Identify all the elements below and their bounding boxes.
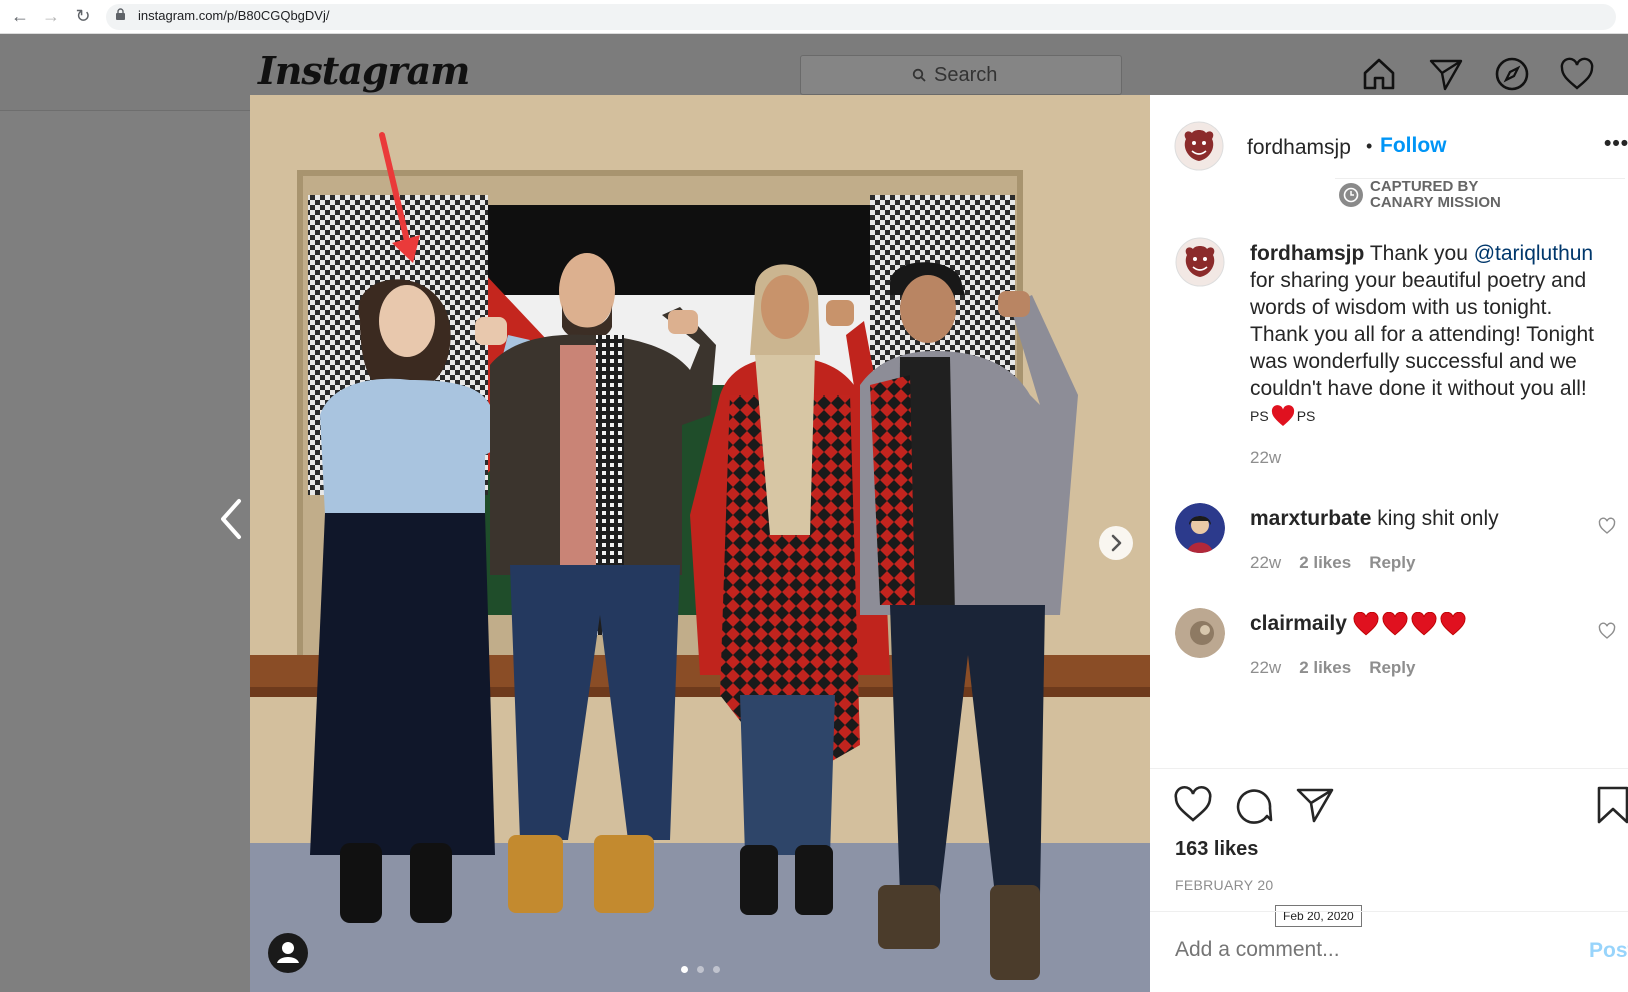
captured-by-line-2: CANARY MISSION xyxy=(1370,194,1501,211)
post-date[interactable]: FEBRUARY 20 xyxy=(1175,877,1274,893)
forward-icon[interactable]: → xyxy=(40,5,62,27)
comment-2: clairmaily xyxy=(1250,612,1466,636)
captured-by-watermark: CAPTURED BY CANARY MISSION xyxy=(1370,179,1501,211)
comment-reply-button[interactable]: Reply xyxy=(1369,658,1415,678)
share-icon[interactable] xyxy=(1295,785,1335,825)
commenter-avatar[interactable] xyxy=(1175,608,1225,658)
browser-toolbar: ← → ↻ instagram.com/p/B80CGQbgDVj/ xyxy=(0,0,1628,34)
comment-box-divider xyxy=(1150,911,1628,912)
heart-icon[interactable] xyxy=(1559,56,1595,92)
caption-line-5: was wonderfully successful and we xyxy=(1250,350,1577,373)
comment-time[interactable]: 22w xyxy=(1250,658,1281,678)
carousel-dot xyxy=(713,966,720,973)
caption-line-2: for sharing your beautiful poetry and xyxy=(1250,269,1587,292)
comment-2-meta: 22w 2 likes Reply xyxy=(1250,658,1415,678)
caption-author-avatar[interactable] xyxy=(1175,237,1225,287)
post-photo[interactable] xyxy=(250,95,1150,992)
home-icon[interactable] xyxy=(1361,56,1397,92)
address-bar[interactable] xyxy=(106,4,1616,30)
comment-username[interactable]: marxturbate xyxy=(1250,507,1371,530)
save-bookmark-icon[interactable] xyxy=(1596,785,1628,825)
captured-by-line-1: CAPTURED BY xyxy=(1370,178,1479,195)
previous-post-icon[interactable] xyxy=(215,497,245,541)
red-heart-emoji-icon xyxy=(1440,612,1466,636)
caption-mention[interactable]: @tariqluthun xyxy=(1474,242,1593,265)
comment-likes[interactable]: 2 likes xyxy=(1299,553,1351,573)
canary-mission-logo xyxy=(1339,183,1363,207)
follow-button[interactable]: Follow xyxy=(1380,134,1447,158)
photo-illustration xyxy=(250,95,1150,992)
lock-icon xyxy=(116,8,125,20)
comment-like-icon[interactable] xyxy=(1598,517,1616,535)
ps-left: PS xyxy=(1250,407,1269,424)
add-comment-input[interactable] xyxy=(1175,935,1555,965)
commenter-avatar[interactable] xyxy=(1175,503,1225,553)
comment-username[interactable]: clairmaily xyxy=(1250,612,1347,636)
search-icon xyxy=(912,68,926,82)
red-heart-emoji-icon xyxy=(1271,405,1294,426)
caption-text-1: Thank you xyxy=(1369,242,1468,265)
caption: fordhamsjp Thank you @tariqluthun for sh… xyxy=(1250,240,1622,430)
author-avatar[interactable] xyxy=(1174,121,1224,171)
date-tooltip: Feb 20, 2020 xyxy=(1275,905,1362,927)
ps-right: PS xyxy=(1296,407,1316,424)
post-comment-button[interactable]: Post xyxy=(1589,939,1628,963)
direct-icon[interactable] xyxy=(1428,56,1464,92)
comment-hearts xyxy=(1353,612,1466,636)
instagram-logo[interactable]: Instagram xyxy=(258,48,470,93)
caption-line-1: fordhamsjp Thank you @tariqluthun xyxy=(1250,240,1622,267)
comment-reply-button[interactable]: Reply xyxy=(1369,553,1415,573)
red-heart-emoji-icon xyxy=(1382,612,1408,636)
explore-icon[interactable] xyxy=(1494,56,1530,92)
caption-time[interactable]: 22w xyxy=(1250,448,1281,468)
likes-count[interactable]: 163 likes xyxy=(1175,838,1258,861)
back-icon[interactable]: ← xyxy=(9,5,31,27)
comment-like-icon[interactable] xyxy=(1598,622,1616,640)
comment-1-meta: 22w 2 likes Reply xyxy=(1250,553,1415,573)
carousel-dot xyxy=(697,966,704,973)
comment-likes[interactable]: 2 likes xyxy=(1299,658,1351,678)
caption-ps-line: PS PS xyxy=(1250,402,1622,430)
caption-username[interactable]: fordhamsjp xyxy=(1250,242,1364,265)
actions-divider xyxy=(1150,768,1628,769)
comment-time[interactable]: 22w xyxy=(1250,553,1281,573)
like-icon[interactable] xyxy=(1173,785,1213,825)
red-heart-emoji-icon xyxy=(1353,612,1379,636)
caption-line-3: words of wisdom with us tonight. xyxy=(1250,296,1553,319)
red-heart-emoji-icon xyxy=(1411,612,1437,636)
comment-1: marxturbate king shit only xyxy=(1250,507,1499,531)
reload-icon[interactable]: ↻ xyxy=(72,5,94,27)
url-text: instagram.com/p/B80CGQbgDVj/ xyxy=(138,8,330,23)
comment-text: king shit only xyxy=(1377,507,1499,530)
carousel-dot-active xyxy=(681,966,688,973)
caption-line-6: couldn't have done it without you all! xyxy=(1250,377,1587,400)
follow-separator: • xyxy=(1366,136,1373,156)
tagged-user-icon[interactable] xyxy=(267,932,309,974)
more-options-icon[interactable]: ••• xyxy=(1604,132,1628,156)
next-slide-icon[interactable] xyxy=(1098,525,1134,561)
author-username[interactable]: fordhamsjp xyxy=(1247,136,1351,160)
caption-line-4: Thank you all for a attending! Tonight xyxy=(1250,323,1595,346)
comment-icon[interactable] xyxy=(1234,785,1274,825)
search-placeholder: Search xyxy=(934,64,998,86)
